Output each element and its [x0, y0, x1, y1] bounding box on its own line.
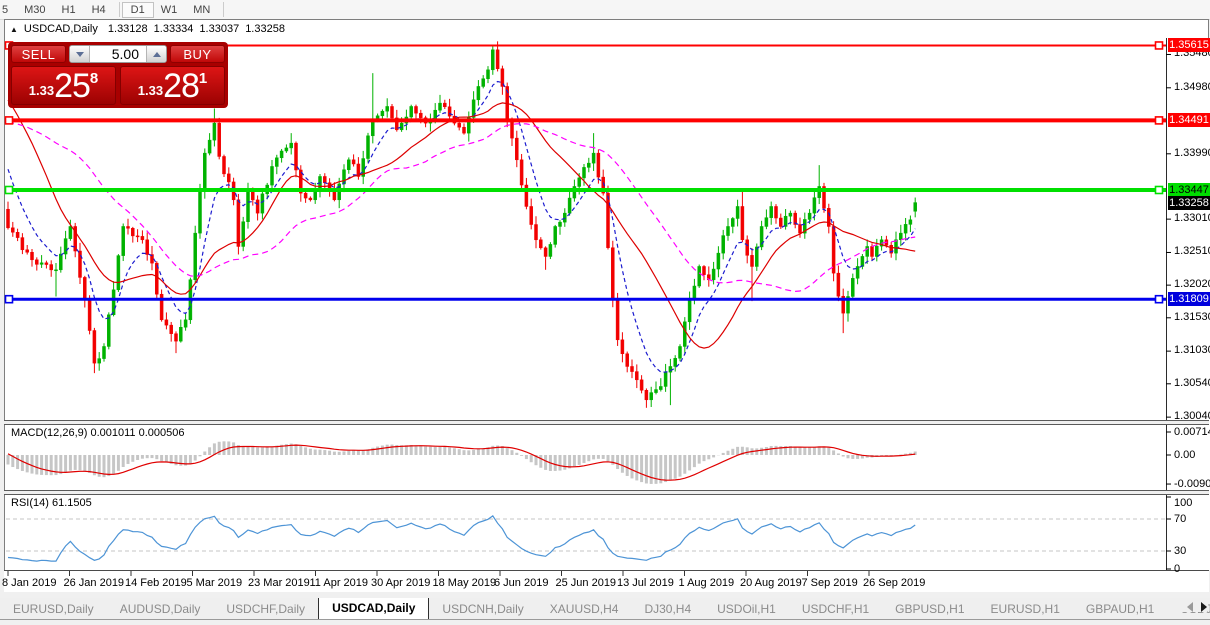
buy-button[interactable]: BUY	[170, 45, 225, 63]
chart-title-row: ▲ USDCAD,Daily 1.33128 1.33334 1.33037 1…	[10, 22, 291, 36]
one-click-trade-panel: SELL 5.00 BUY 1.33 25 8 1.33 28 1	[8, 42, 228, 108]
rsi-series	[6, 516, 1166, 561]
line-handle-icon[interactable]	[6, 117, 13, 124]
date-label-2: 26 Jan 2019	[64, 577, 125, 589]
arrow-up-icon	[153, 52, 161, 57]
buy-price-box[interactable]: 1.33 28 1	[120, 66, 225, 105]
sell-button[interactable]: SELL	[11, 45, 66, 63]
ohlc-close: 1.33258	[245, 23, 285, 35]
date-label-9: 6 Jun 2019	[494, 577, 548, 589]
date-label-12: 1 Aug 2019	[679, 577, 735, 589]
macd-indicator-label: MACD(12,26,9) 0.001011 0.000506	[11, 427, 184, 439]
line-handle-icon[interactable]	[1156, 296, 1163, 303]
collapse-chart-icon[interactable]: ▲	[10, 25, 18, 34]
date-label-1: 8 Jan 2019	[2, 577, 56, 589]
trade-panel-top-row: SELL 5.00 BUY	[11, 45, 225, 63]
ohlc-high: 1.33334	[154, 23, 194, 35]
date-label-4: 5 Mar 2019	[187, 577, 243, 589]
sell-price-prefix: 1.33	[29, 83, 54, 98]
sell-price-big: 25	[54, 68, 90, 104]
tab-scroll-right-icon[interactable]	[1201, 602, 1207, 612]
trade-panel-price-row: 1.33 25 8 1.33 28 1	[11, 66, 225, 105]
date-label-7: 30 Apr 2019	[371, 577, 430, 589]
date-label-11: 13 Jul 2019	[617, 577, 674, 589]
line-handle-icon[interactable]	[1156, 42, 1163, 49]
date-label-5: 23 Mar 2019	[248, 577, 310, 589]
moving-average-sma40	[8, 122, 915, 291]
panel-divider[interactable]	[4, 420, 1209, 425]
macd-series	[8, 441, 915, 484]
tab-scroll-arrows	[1181, 602, 1207, 612]
date-label-13: 20 Aug 2019	[740, 577, 802, 589]
line-handle-icon[interactable]	[6, 187, 13, 194]
buy-price-pip: 1	[199, 70, 207, 87]
ohlc-low: 1.33037	[199, 23, 239, 35]
rsi-indicator-label: RSI(14) 61.1505	[11, 497, 92, 509]
volume-decrease-button[interactable]	[70, 46, 90, 62]
date-label-8: 18 May 2019	[433, 577, 497, 589]
ohlc-open: 1.33128	[108, 23, 148, 35]
date-label-14: 7 Sep 2019	[802, 577, 858, 589]
date-label-10: 25 Jun 2019	[556, 577, 617, 589]
volume-input[interactable]: 5.00	[90, 46, 146, 62]
sell-price-pip: 8	[90, 70, 98, 87]
date-label-6: 11 Apr 2019	[310, 577, 369, 589]
line-handle-icon[interactable]	[1156, 187, 1163, 194]
buy-price-big: 28	[163, 68, 199, 104]
tab-scroll-left-icon[interactable]	[1187, 602, 1193, 612]
line-handle-icon[interactable]	[1156, 117, 1163, 124]
line-handle-icon[interactable]	[6, 296, 13, 303]
sell-price-box[interactable]: 1.33 25 8	[11, 66, 116, 105]
date-label-3: 14 Feb 2019	[125, 577, 187, 589]
trading-terminal: 5M30H1H4D1W1MN 1.354801.349801.339901.33…	[0, 0, 1210, 625]
date-label-15: 26 Sep 2019	[863, 577, 925, 589]
buy-price-prefix: 1.33	[138, 83, 163, 98]
volume-stepper: 5.00	[69, 45, 167, 63]
chart-symbol-period: USDCAD,Daily	[24, 23, 98, 35]
volume-increase-button[interactable]	[146, 46, 166, 62]
panel-divider[interactable]	[4, 490, 1209, 495]
arrow-down-icon	[76, 52, 84, 57]
